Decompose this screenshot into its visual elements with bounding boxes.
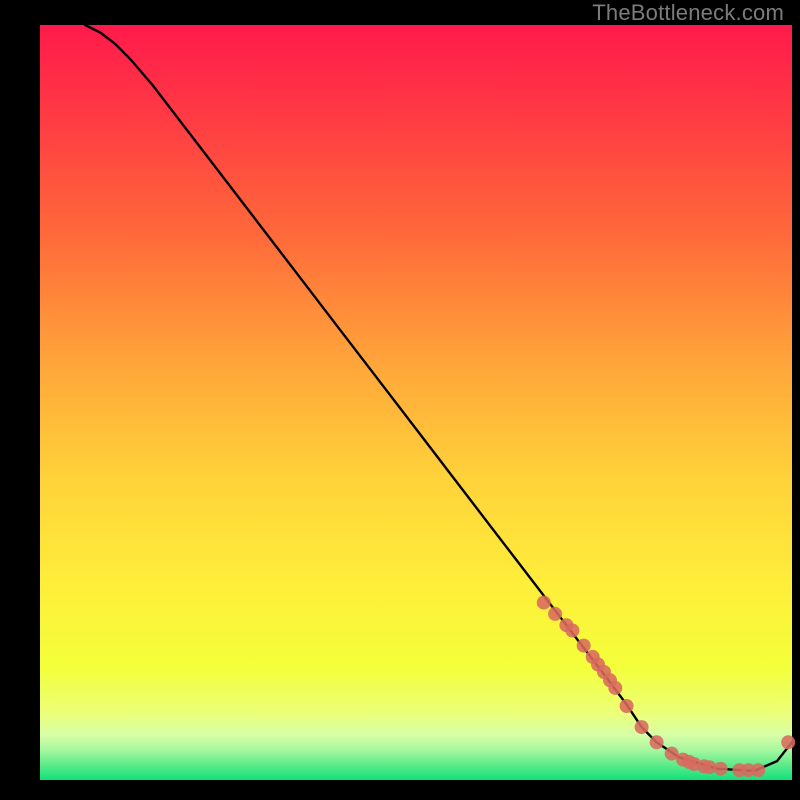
highlight-dot [577, 639, 591, 653]
highlight-dot [537, 596, 551, 610]
highlight-dot [714, 762, 728, 776]
highlight-dot [548, 607, 562, 621]
bottleneck-chart [0, 0, 800, 800]
highlight-dot [620, 699, 634, 713]
highlight-dot [635, 720, 649, 734]
highlight-dot [751, 763, 765, 777]
plot-background [40, 25, 792, 780]
watermark-text: TheBottleneck.com [592, 0, 784, 26]
highlight-dot [650, 735, 664, 749]
highlight-dot [781, 735, 795, 749]
highlight-dot [565, 624, 579, 638]
highlight-dot [608, 681, 622, 695]
chart-container: TheBottleneck.com [0, 0, 800, 800]
